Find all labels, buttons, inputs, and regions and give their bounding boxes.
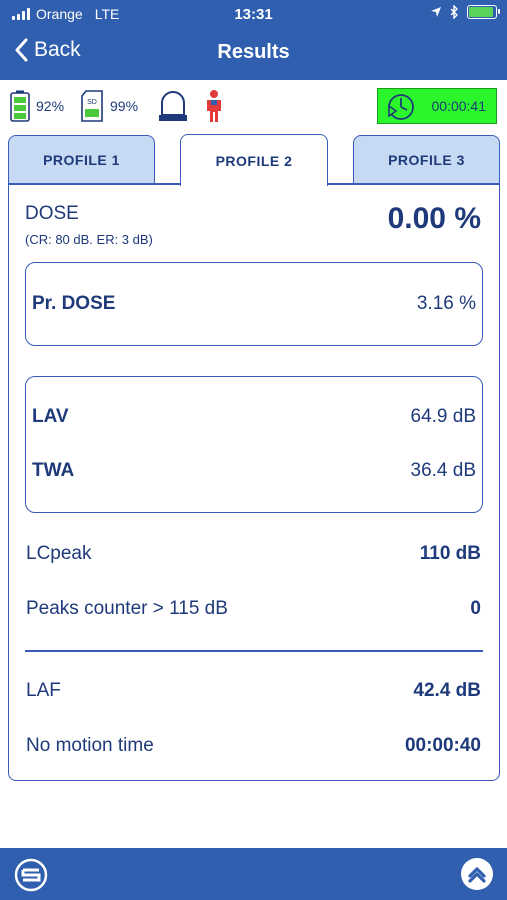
lcpeak-value: 110 dB <box>419 543 481 564</box>
sd-icon-text: SD <box>87 99 97 106</box>
timer-value: 00:00:41 <box>431 98 487 114</box>
sd-percent: 99% <box>110 98 139 114</box>
alarm-light-icon <box>159 91 187 121</box>
battery-indicator: 92% <box>10 84 64 128</box>
brand-logo-icon[interactable] <box>14 858 48 892</box>
app-header: Orange LTE 13:31 Back Results <box>0 0 507 80</box>
chevron-up-icon <box>468 867 486 883</box>
pr-dose-label: Pr. DOSE <box>32 293 116 314</box>
page-title: Results <box>217 41 290 63</box>
laf-value: 42.4 dB <box>413 680 481 701</box>
lav-twa-box <box>25 376 483 513</box>
tab-profile-1[interactable]: PROFILE 1 <box>8 135 155 184</box>
dose-criteria: (CR: 80 dB. ER: 3 dB) <box>25 232 153 247</box>
twa-label: TWA <box>32 460 75 481</box>
location-arrow-icon <box>431 7 441 17</box>
lav-value: 64.9 dB <box>410 406 477 427</box>
battery-icon <box>10 90 30 122</box>
lcpeak-label: LCpeak <box>26 543 92 564</box>
peaks-counter-value: 0 <box>470 598 481 619</box>
sd-card-icon: SD <box>81 90 103 122</box>
dose-value: 0.00 % <box>387 202 481 235</box>
run-timer: 00:00:41 <box>377 88 497 124</box>
battery-percent: 92% <box>36 98 65 114</box>
scroll-up-button[interactable] <box>461 858 493 890</box>
laf-label: LAF <box>26 680 61 701</box>
status-right <box>430 5 500 19</box>
lav-label: LAV <box>32 406 69 427</box>
phone-battery-icon <box>467 5 500 19</box>
phone-battery-fill <box>469 7 493 17</box>
tab-profile-3[interactable]: PROFILE 3 <box>353 135 500 184</box>
no-motion-label: No motion time <box>26 735 154 756</box>
person-indicator <box>203 84 225 128</box>
pr-dose-value: 3.16 % <box>416 293 476 314</box>
profile-tabs: PROFILE 1 PROFILE 2 PROFILE 3 <box>8 134 500 186</box>
sd-indicator: SD 99% <box>80 84 138 128</box>
tab-profile-2[interactable]: PROFILE 2 <box>180 134 328 186</box>
nav-bar: Back Results <box>0 28 507 80</box>
status-bar: Orange LTE 13:31 <box>0 0 507 28</box>
indicator-row: 92% SD 99% 00:00:41 <box>0 84 507 128</box>
timer-play-icon <box>388 94 414 120</box>
twa-value: 36.4 dB <box>410 460 477 481</box>
alarm-light-indicator <box>157 84 189 128</box>
no-motion-value: 00:00:40 <box>404 735 481 756</box>
bluetooth-icon <box>450 5 458 19</box>
dose-label: DOSE <box>25 203 79 224</box>
person-icon <box>207 90 221 122</box>
section-divider <box>25 650 483 652</box>
bottom-bar <box>0 848 507 900</box>
peaks-counter-label: Peaks counter > 115 dB <box>26 598 228 619</box>
